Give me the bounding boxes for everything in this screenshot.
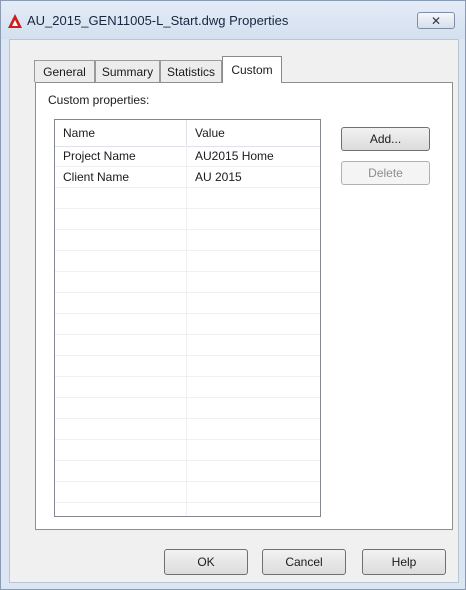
table-row [55, 419, 320, 440]
dialog-content: General Summary Statistics Custom Custom… [9, 39, 459, 583]
table-row [55, 209, 320, 230]
property-value-cell [187, 482, 320, 502]
property-name-cell [55, 377, 187, 397]
table-row [55, 461, 320, 482]
property-value-cell [187, 314, 320, 334]
help-button[interactable]: Help [362, 549, 446, 575]
window-title: AU_2015_GEN11005-L_Start.dwg Properties [27, 13, 289, 28]
list-header: Name Value [55, 120, 320, 147]
property-name-cell [55, 293, 187, 313]
property-name-cell [55, 230, 187, 250]
custom-properties-label: Custom properties: [48, 93, 150, 107]
property-value-cell [187, 461, 320, 481]
property-name-cell [55, 503, 187, 516]
close-icon: ✕ [430, 13, 442, 28]
table-row [55, 356, 320, 377]
tab-summary[interactable]: Summary [95, 60, 160, 82]
property-name-cell [55, 251, 187, 271]
property-name-cell [55, 398, 187, 418]
property-name-cell [55, 209, 187, 229]
list-body: Project Name AU2015 Home Client Name AU 201… [55, 146, 320, 516]
property-value-cell [187, 209, 320, 229]
property-value-cell [187, 335, 320, 355]
table-row [55, 377, 320, 398]
table-row [55, 398, 320, 419]
close-button[interactable]: ✕ [417, 12, 455, 29]
property-value-cell [187, 503, 320, 516]
custom-properties-list[interactable]: Name Value Project Name AU2015 Home Client… [54, 119, 321, 517]
property-name-cell [55, 314, 187, 334]
column-header-name[interactable]: Name [55, 120, 187, 146]
property-value-cell [187, 356, 320, 376]
table-row[interactable]: Project Name AU2015 Home [55, 146, 320, 167]
properties-dialog: AU_2015_GEN11005-L_Start.dwg Properties … [0, 0, 466, 590]
table-row [55, 335, 320, 356]
property-value-cell [187, 188, 320, 208]
table-row [55, 251, 320, 272]
property-value-cell: AU 2015 [195, 170, 242, 184]
add-button[interactable]: Add... [341, 127, 430, 151]
custom-tab-panel: Custom properties: Name Value Project Na… [35, 82, 453, 530]
table-row [55, 503, 320, 516]
tab-general[interactable]: General [34, 60, 95, 82]
autocad-logo-icon [8, 14, 22, 28]
property-value-cell [187, 377, 320, 397]
tab-custom[interactable]: Custom [222, 56, 282, 83]
property-value-cell [187, 251, 320, 271]
property-name-cell: Client Name [55, 167, 187, 187]
property-value-cell [187, 419, 320, 439]
ok-button[interactable]: OK [164, 549, 248, 575]
property-value-cell [187, 398, 320, 418]
table-row [55, 230, 320, 251]
property-value-cell [187, 272, 320, 292]
table-row [55, 293, 320, 314]
property-name-cell: Project Name [55, 146, 187, 166]
table-row [55, 188, 320, 209]
table-row [55, 272, 320, 293]
property-value-cell [187, 293, 320, 313]
property-name-cell [55, 461, 187, 481]
cancel-button[interactable]: Cancel [262, 549, 346, 575]
property-name-cell [55, 440, 187, 460]
property-name-cell [55, 272, 187, 292]
table-row [55, 314, 320, 335]
property-name-cell [55, 419, 187, 439]
title-bar[interactable]: AU_2015_GEN11005-L_Start.dwg Properties … [1, 1, 465, 39]
property-name-cell [55, 188, 187, 208]
tab-statistics[interactable]: Statistics [160, 60, 222, 82]
property-name-cell [55, 482, 187, 502]
property-name-cell [55, 356, 187, 376]
property-name-cell [55, 335, 187, 355]
table-row[interactable]: Client Name AU 2015 [55, 167, 320, 188]
property-value-cell [187, 230, 320, 250]
table-row [55, 440, 320, 461]
property-value-cell [187, 440, 320, 460]
delete-button[interactable]: Delete [341, 161, 430, 185]
column-header-value[interactable]: Value [187, 120, 320, 146]
property-value-cell: AU2015 Home [195, 149, 274, 163]
table-row [55, 482, 320, 503]
